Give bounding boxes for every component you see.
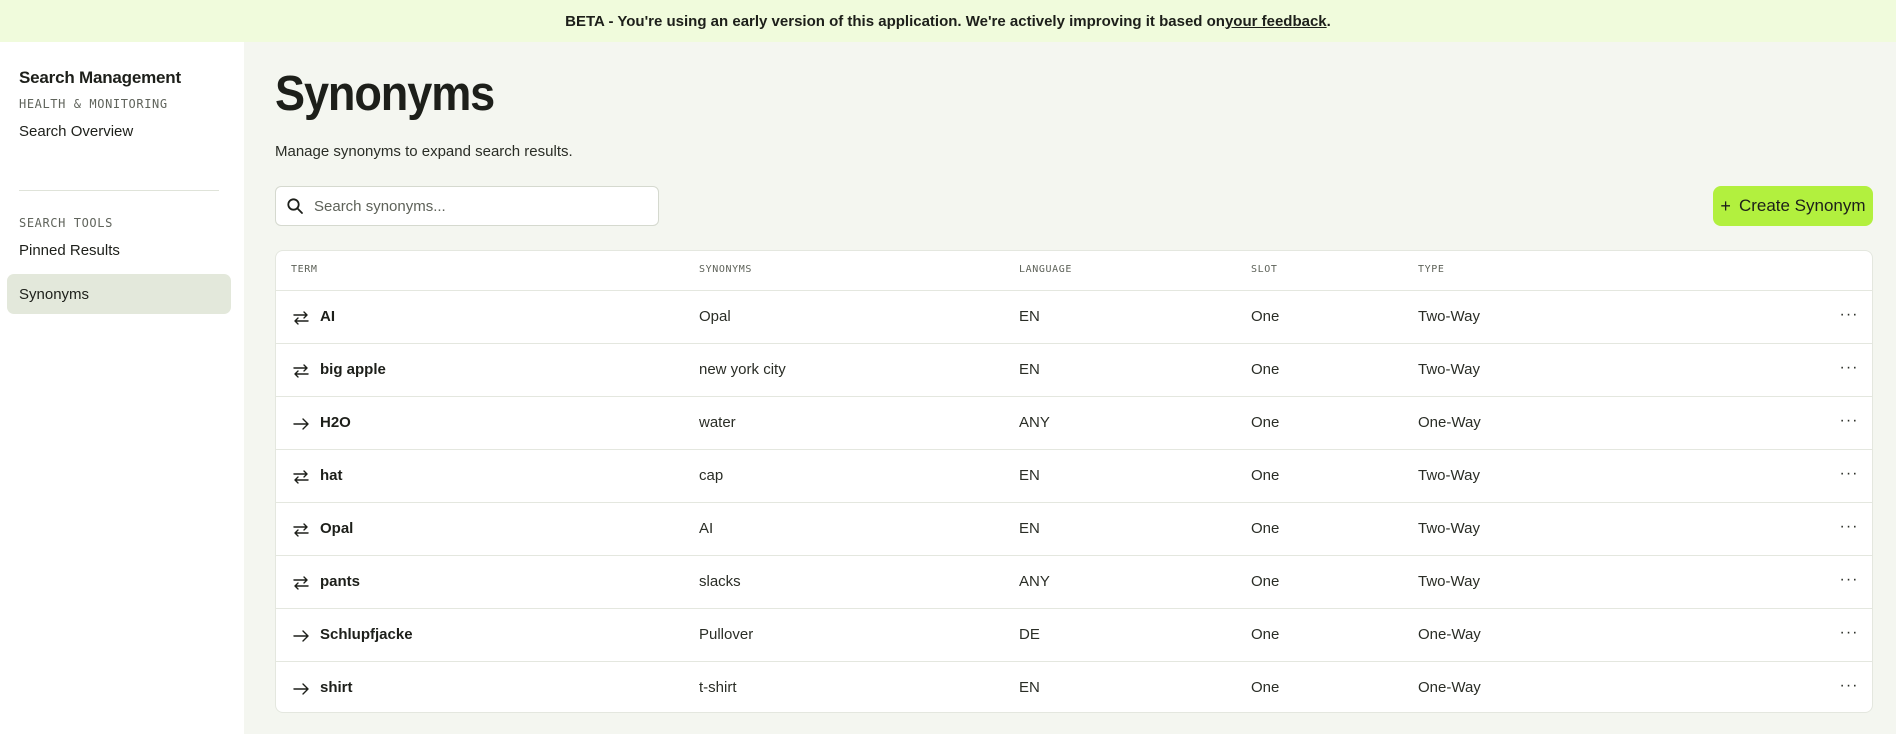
cell-synonyms: t-shirt [699,679,737,696]
cell-term[interactable]: AI [320,308,335,325]
more-options-icon[interactable]: ··· [1838,359,1860,381]
table-row[interactable]: pants slacks ANY One Two-Way ··· [276,556,1872,609]
cell-language: EN [1019,520,1040,537]
cell-synonyms: new york city [699,361,786,378]
create-synonym-label: Create Synonym [1738,196,1866,215]
two-way-arrows-icon [292,574,310,592]
cell-language: DE [1019,626,1040,643]
cell-term[interactable]: Opal [320,520,353,537]
table-row[interactable]: hat cap EN One Two-Way ··· [276,450,1872,503]
create-synonym-button[interactable]: + Create Synonym [1713,186,1873,226]
more-options-icon[interactable]: ··· [1838,518,1860,540]
cell-language: ANY [1019,414,1050,431]
cell-language: EN [1019,679,1040,696]
cell-type: One-Way [1418,626,1481,643]
cell-type: Two-Way [1418,308,1480,325]
more-options-icon[interactable]: ··· [1838,677,1860,699]
cell-synonyms: water [699,414,736,431]
cell-synonyms: Opal [699,308,731,325]
cell-term[interactable]: Schlupfjacke [320,626,413,643]
cell-synonyms: Pullover [699,626,754,643]
two-way-arrows-icon [292,468,310,486]
cell-type: Two-Way [1418,573,1480,590]
sidebar: Search Management HEALTH & MONITORING Se… [0,42,244,734]
cell-language: EN [1019,467,1040,484]
feedback-link[interactable]: your feedback [1225,13,1327,30]
more-options-icon[interactable]: ··· [1838,465,1860,487]
cell-slot: One [1251,467,1280,484]
cell-slot: One [1251,520,1280,537]
column-header-language: LANGUAGE [1019,264,1072,275]
cell-term[interactable]: shirt [320,679,353,696]
page-title: Synonyms [275,67,495,121]
two-way-arrows-icon [292,521,310,539]
search-icon [287,198,303,214]
cell-term[interactable]: H2O [320,414,351,431]
cell-type: One-Way [1418,679,1481,696]
cell-slot: One [1251,679,1280,696]
sidebar-divider [19,190,219,191]
table-row[interactable]: Opal AI EN One Two-Way ··· [276,503,1872,556]
cell-type: Two-Way [1418,520,1480,537]
search-field[interactable] [275,186,659,226]
table-header: TERM SYNONYMS LANGUAGE SLOT TYPE [276,251,1872,291]
one-way-arrow-icon [292,627,310,645]
table-row[interactable]: H2O water ANY One One-Way ··· [276,397,1872,450]
plus-icon: + [1720,195,1731,216]
cell-type: One-Way [1418,414,1481,431]
cell-slot: One [1251,573,1280,590]
table-body: AI Opal EN One Two-Way ··· big apple new york c… [276,291,1872,712]
two-way-arrows-icon [292,362,310,380]
table-row[interactable]: shirt t-shirt EN One One-Way ··· [276,662,1872,712]
one-way-arrow-icon [292,415,310,433]
cell-term[interactable]: big apple [320,361,386,378]
synonyms-table: TERM SYNONYMS LANGUAGE SLOT TYPE AI Opal E… [275,250,1873,713]
search-input[interactable] [314,197,634,215]
table-row[interactable]: big apple new york city EN One Two-Way ··· [276,344,1872,397]
cell-slot: One [1251,626,1280,643]
beta-banner-end: . [1326,12,1331,30]
section-label-health-monitoring: HEALTH & MONITORING [19,97,168,111]
more-options-icon[interactable]: ··· [1838,571,1860,593]
column-header-synonyms: SYNONYMS [699,264,752,275]
cell-synonyms: AI [699,520,714,537]
cell-language: ANY [1019,573,1050,590]
column-header-term: TERM [291,264,318,275]
cell-language: EN [1019,308,1040,325]
more-options-icon[interactable]: ··· [1838,412,1860,434]
sidebar-item-synonyms[interactable]: Synonyms [7,274,231,314]
beta-banner-text: BETA - You're using an early version of … [565,12,1225,30]
cell-synonyms: cap [699,467,724,484]
column-header-type: TYPE [1418,264,1445,275]
two-way-arrows-icon [292,309,310,327]
cell-language: EN [1019,361,1040,378]
section-label-search-tools: SEARCH TOOLS [19,216,113,230]
app-title: Search Management [19,68,181,87]
column-header-slot: SLOT [1251,264,1278,275]
beta-banner: BETA - You're using an early version of … [0,0,1896,42]
cell-type: Two-Way [1418,467,1480,484]
cell-slot: One [1251,361,1280,378]
table-row[interactable]: Schlupfjacke Pullover DE One One-Way ··· [276,609,1872,662]
main-content: Synonyms Manage synonyms to expand searc… [244,42,1896,734]
cell-slot: One [1251,308,1280,325]
cell-term[interactable]: hat [320,467,343,484]
table-row[interactable]: AI Opal EN One Two-Way ··· [276,291,1872,344]
one-way-arrow-icon [292,680,310,698]
cell-slot: One [1251,414,1280,431]
more-options-icon[interactable]: ··· [1838,306,1860,328]
cell-term[interactable]: pants [320,573,360,590]
page-subtitle: Manage synonyms to expand search results… [275,143,573,160]
more-options-icon[interactable]: ··· [1838,624,1860,646]
cell-synonyms: slacks [699,573,741,590]
cell-type: Two-Way [1418,361,1480,378]
sidebar-item-search-overview[interactable]: Search Overview [7,111,231,151]
sidebar-item-pinned-results[interactable]: Pinned Results [7,230,231,270]
